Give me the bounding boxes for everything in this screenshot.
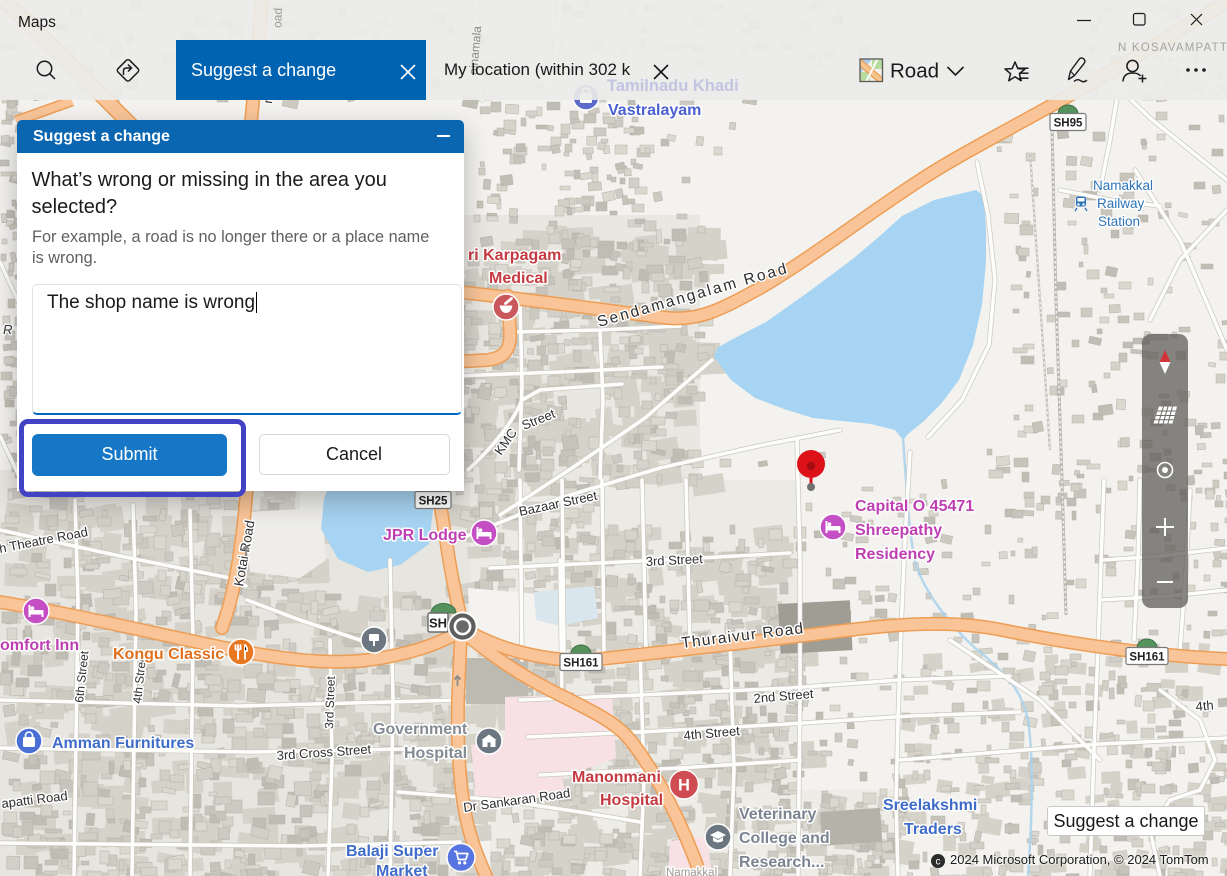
svg-text:Traders: Traders [904,821,962,838]
svg-text:N KOSAVAMPATT: N KOSAVAMPATT [1118,42,1227,54]
svg-text:R: R [3,322,12,337]
svg-text:3rd Street: 3rd Street [322,675,338,729]
svg-text:Residency: Residency [855,546,935,563]
svg-text:Railway: Railway [1097,196,1145,211]
svg-text:Vastralayam: Vastralayam [608,102,701,119]
svg-text:Market: Market [376,863,428,876]
svg-text:Veterinary: Veterinary [739,806,816,823]
svg-text:omfort Inn: omfort Inn [0,637,79,654]
svg-text:Namakkal: Namakkal [666,867,717,876]
svg-text:H: H [678,777,690,795]
svg-text:Road: Road [890,60,939,83]
svg-text:ri Karpagam: ri Karpagam [468,247,561,264]
svg-text:SH161: SH161 [1129,652,1165,664]
svg-text:c: c [936,857,941,868]
svg-text:JPR Lodge: JPR Lodge [383,527,467,544]
svg-text:Hospital: Hospital [600,792,663,809]
svg-text:SH: SH [429,616,447,631]
svg-text:Hospital: Hospital [404,745,467,762]
svg-text:Maps: Maps [18,14,56,31]
svg-text:Manonmani: Manonmani [572,769,661,786]
svg-text:Station: Station [1098,214,1140,229]
svg-text:Medical: Medical [489,270,548,287]
svg-text:Kongu Classic: Kongu Classic [113,646,224,663]
svg-text:3rd Street: 3rd Street [645,551,703,569]
svg-text:Amman Furnitures: Amman Furnitures [52,735,194,752]
svg-text:SH25: SH25 [419,496,448,508]
svg-text:Namakkal: Namakkal [1093,178,1153,193]
svg-text:College and: College and [739,830,830,847]
svg-text:4th: 4th [1195,697,1214,714]
svg-text:Government: Government [373,721,468,738]
svg-text:Sreelakshmi: Sreelakshmi [883,797,977,814]
svg-text:Balaji Super: Balaji Super [346,843,438,860]
svg-text:oad: oad [270,8,285,29]
svg-text:Research...: Research... [739,854,824,871]
svg-text:Shreepathy: Shreepathy [855,522,942,539]
svg-text:SH161: SH161 [563,658,599,670]
svg-text:SH95: SH95 [1054,118,1083,130]
svg-text:Capital O 45471: Capital O 45471 [855,498,974,515]
